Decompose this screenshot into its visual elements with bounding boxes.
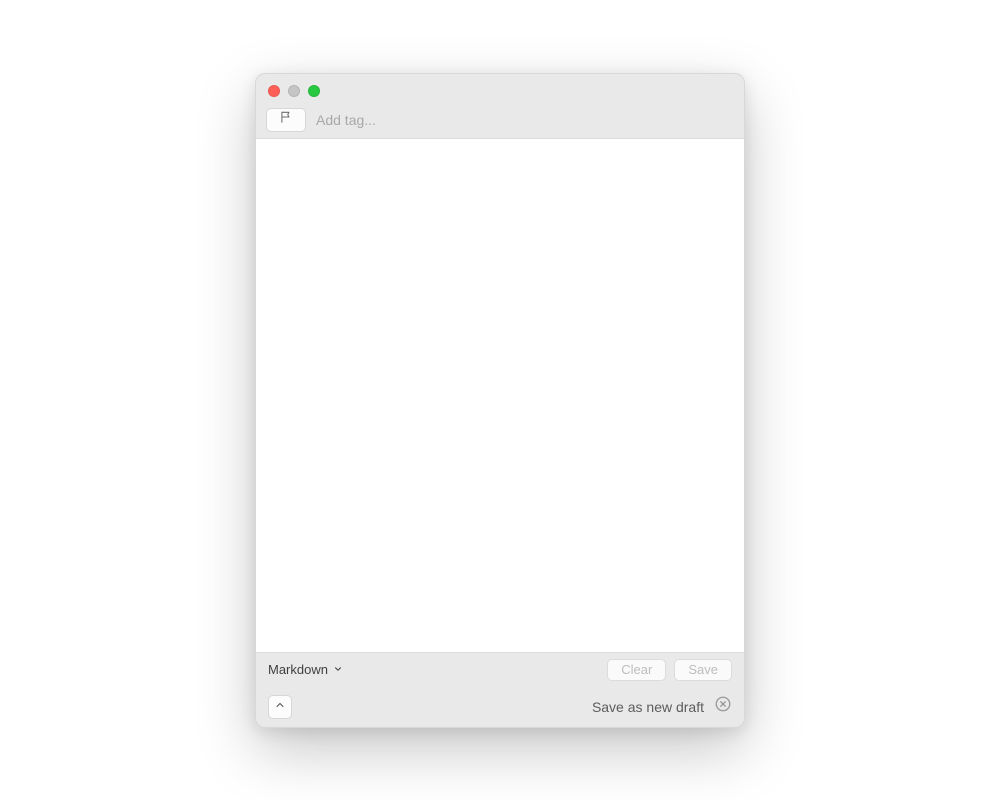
window-close-button[interactable]	[268, 85, 280, 97]
format-bar: Markdown Clear Save	[256, 653, 744, 687]
flag-icon	[279, 110, 293, 129]
dismiss-draft-button[interactable]	[714, 698, 732, 716]
draft-bar: Save as new draft	[256, 687, 744, 727]
flag-button[interactable]	[266, 108, 306, 132]
clear-button[interactable]: Clear	[607, 659, 666, 681]
save-as-draft-label[interactable]: Save as new draft	[592, 699, 704, 715]
format-label: Markdown	[268, 662, 328, 677]
titlebar	[256, 80, 744, 102]
tag-toolbar	[256, 102, 744, 138]
window-minimize-button[interactable]	[288, 85, 300, 97]
close-circle-icon	[714, 695, 732, 718]
save-button[interactable]: Save	[674, 659, 732, 681]
clear-button-label: Clear	[621, 662, 652, 677]
expand-button[interactable]	[268, 695, 292, 719]
chevron-up-icon	[274, 698, 286, 716]
format-dropdown[interactable]: Markdown	[268, 662, 343, 677]
editor-area[interactable]	[256, 138, 744, 653]
chevron-down-icon	[333, 662, 343, 677]
tag-input[interactable]	[316, 112, 734, 128]
quick-entry-window: Markdown Clear Save Save as new draft	[255, 73, 745, 728]
window-zoom-button[interactable]	[308, 85, 320, 97]
save-button-label: Save	[688, 662, 718, 677]
